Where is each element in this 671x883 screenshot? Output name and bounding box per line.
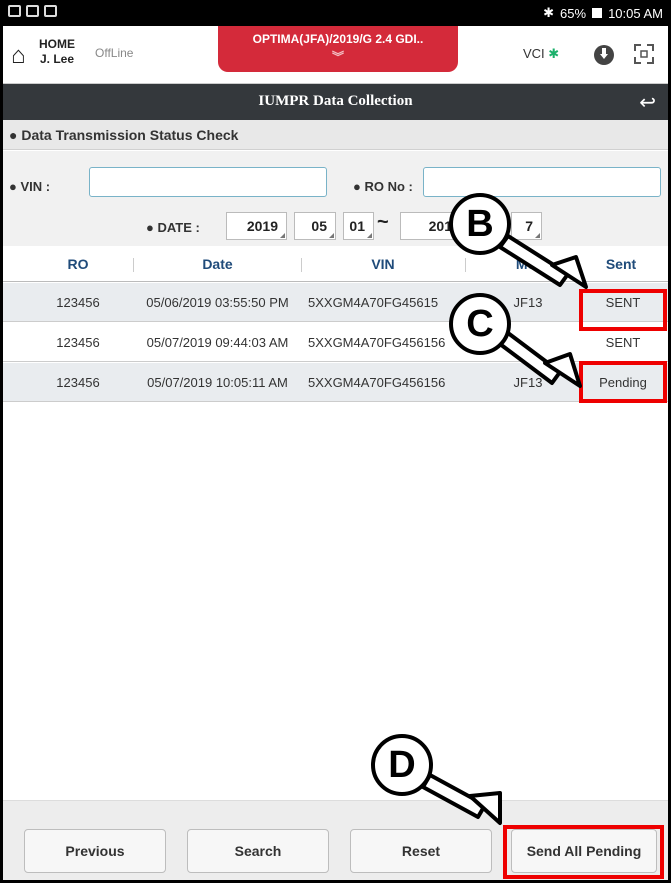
date-from-month[interactable]: 05: [294, 212, 336, 240]
bullet-icon: ●: [9, 127, 22, 143]
image-notification-icon: [8, 5, 21, 17]
table-empty-area: [3, 403, 668, 799]
column-header-model: Mo: [515, 256, 537, 272]
ro-no-label: ● RO No :: [353, 179, 413, 194]
gmail-notification-icon: [26, 5, 39, 17]
cell-date: 05/06/2019 03:55:50 PM: [146, 295, 289, 310]
cell-vin: 5XXGM4A70FG456156: [308, 375, 446, 390]
column-header-ro: RO: [67, 256, 89, 272]
back-icon[interactable]: ↩: [639, 90, 656, 115]
clock: 10:05 AM: [608, 5, 663, 21]
cell-model: JF13: [513, 375, 543, 390]
table-row[interactable]: 123456 05/07/2019 09:44:03 AM 5XXGM4A70F…: [3, 323, 668, 362]
notification-icons: [8, 5, 57, 17]
cell-ro: 123456: [56, 375, 100, 390]
highlight-box-send-all: [503, 825, 664, 879]
cell-vin: 5XXGM4A70FG456156: [308, 335, 446, 350]
chevron-down-icon: ︾: [331, 50, 344, 64]
date-label: ● DATE :: [146, 220, 200, 235]
date-from-day[interactable]: 01: [343, 212, 374, 240]
column-divider: [465, 258, 466, 272]
battery-icon: [592, 8, 603, 18]
home-button[interactable]: HOME J. Lee: [39, 37, 75, 67]
filter-panel: ● VIN : ● RO No : ● DATE : 2019 05 01 ~ …: [3, 151, 668, 246]
user-name: J. Lee: [39, 52, 75, 66]
vci-label: VCI: [523, 46, 545, 61]
callout-c: C: [449, 293, 511, 355]
page-title: IUMPR Data Collection: [258, 93, 413, 109]
table-row[interactable]: 123456 05/06/2019 03:55:50 PM 5XXGM4A70F…: [3, 283, 668, 322]
section-header: ● Data Transmission Status Check: [3, 120, 668, 150]
vci-status[interactable]: VCI ✱: [523, 46, 559, 62]
cell-vin: 5XXGM4A70FG45615: [308, 295, 438, 310]
cell-ro: 123456: [56, 335, 100, 350]
column-header-sent: Sent: [605, 256, 637, 272]
date-to-day[interactable]: 7: [511, 212, 542, 240]
date-range-separator: ~: [377, 211, 389, 233]
bluetooth-status-icon: ✱: [543, 5, 555, 20]
reset-button[interactable]: Reset: [350, 829, 492, 873]
cell-model: JF13: [513, 295, 543, 310]
section-title: Data Transmission Status Check: [21, 127, 239, 143]
home-icon[interactable]: ⌂: [11, 42, 26, 70]
network-download-icon[interactable]: [591, 42, 617, 68]
column-header-vin: VIN: [371, 256, 395, 272]
vehicle-selector[interactable]: OPTIMA(JFA)/2019/G 2.4 GDI.. ︾: [218, 26, 458, 72]
cell-date: 05/07/2019 10:05:11 AM: [147, 375, 288, 390]
highlight-box-sent: [579, 289, 667, 331]
home-label: HOME: [39, 37, 75, 51]
date-from-year[interactable]: 2019: [226, 212, 287, 240]
cell-sent-status: SENT: [605, 335, 641, 350]
page-titlebar: IUMPR Data Collection ↩: [3, 84, 668, 120]
highlight-box-pending: [579, 361, 667, 403]
column-divider: [133, 258, 134, 272]
previous-button[interactable]: Previous: [24, 829, 166, 873]
callout-d: D: [371, 734, 433, 796]
cell-date: 05/07/2019 09:44:03 AM: [146, 335, 289, 350]
app-header: ⌂ HOME J. Lee OffLine OPTIMA(JFA)/2019/G…: [3, 26, 668, 84]
column-header-date: Date: [202, 256, 233, 272]
vin-input[interactable]: [89, 167, 327, 197]
callout-b: B: [449, 193, 511, 255]
cell-ro: 123456: [56, 295, 100, 310]
status-bar: ✱ 65% 10:05 AM: [0, 0, 671, 26]
search-button[interactable]: Search: [187, 829, 329, 873]
message-notification-icon: [44, 5, 57, 17]
vci-bluetooth-icon: ✱: [548, 46, 560, 61]
battery-percent: 65%: [560, 5, 587, 21]
table-row[interactable]: 123456 05/07/2019 10:05:11 AM 5XXGM4A70F…: [3, 363, 668, 402]
fullscreen-icon[interactable]: [631, 42, 657, 68]
vehicle-label: OPTIMA(JFA)/2019/G 2.4 GDI..: [252, 32, 424, 46]
ro-no-input[interactable]: [423, 167, 661, 197]
table-header: RO Date VIN Mo Sent: [3, 246, 668, 282]
vin-label: ● VIN :: [9, 179, 51, 194]
column-divider: [301, 258, 302, 272]
mode-indicator: OffLine: [95, 46, 134, 60]
